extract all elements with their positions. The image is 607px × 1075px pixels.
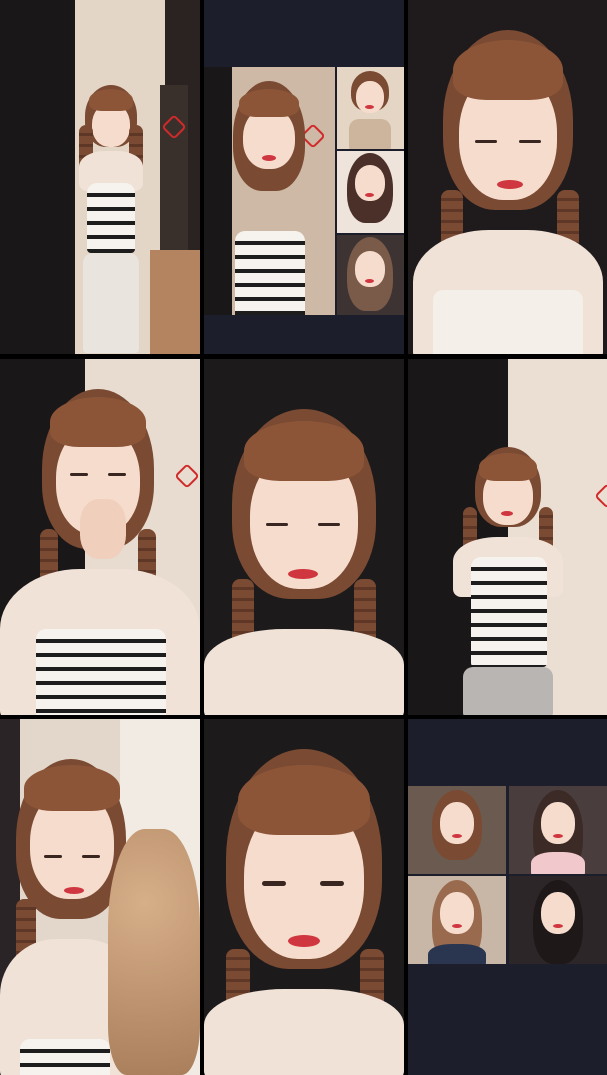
video-tile-2[interactable] — [204, 0, 404, 354]
video-tile-3[interactable] — [408, 0, 607, 354]
video-tile-6[interactable] — [408, 359, 607, 715]
video-tile-9[interactable] — [408, 719, 607, 1075]
floor — [150, 250, 200, 354]
streamer-figure — [65, 85, 155, 354]
guest-video-1[interactable] — [408, 786, 506, 874]
guest-video-2[interactable] — [337, 151, 404, 233]
video-tile-8[interactable] — [204, 719, 404, 1075]
guest-main-video[interactable] — [204, 67, 335, 315]
streamer-figure — [423, 447, 593, 715]
video-tile-7[interactable] — [0, 719, 200, 1075]
streamer-figure — [204, 749, 404, 1075]
guest-video-3[interactable] — [408, 876, 506, 964]
video-tile-5[interactable] — [204, 359, 404, 715]
dark-door — [0, 0, 75, 354]
video-tile-4[interactable] — [0, 359, 200, 715]
video-tile-1[interactable] — [0, 0, 200, 354]
guest-video-2[interactable] — [509, 786, 607, 874]
streamer-figure — [204, 409, 404, 715]
streamer-figure — [0, 389, 200, 715]
guest-video-1[interactable] — [337, 67, 404, 149]
guest-video-4[interactable] — [509, 876, 607, 964]
stream-grid — [0, 0, 607, 1075]
cat — [108, 829, 200, 1075]
streamer-figure — [413, 30, 603, 354]
guest-video-3[interactable] — [337, 235, 404, 315]
hallway-door — [160, 85, 188, 255]
